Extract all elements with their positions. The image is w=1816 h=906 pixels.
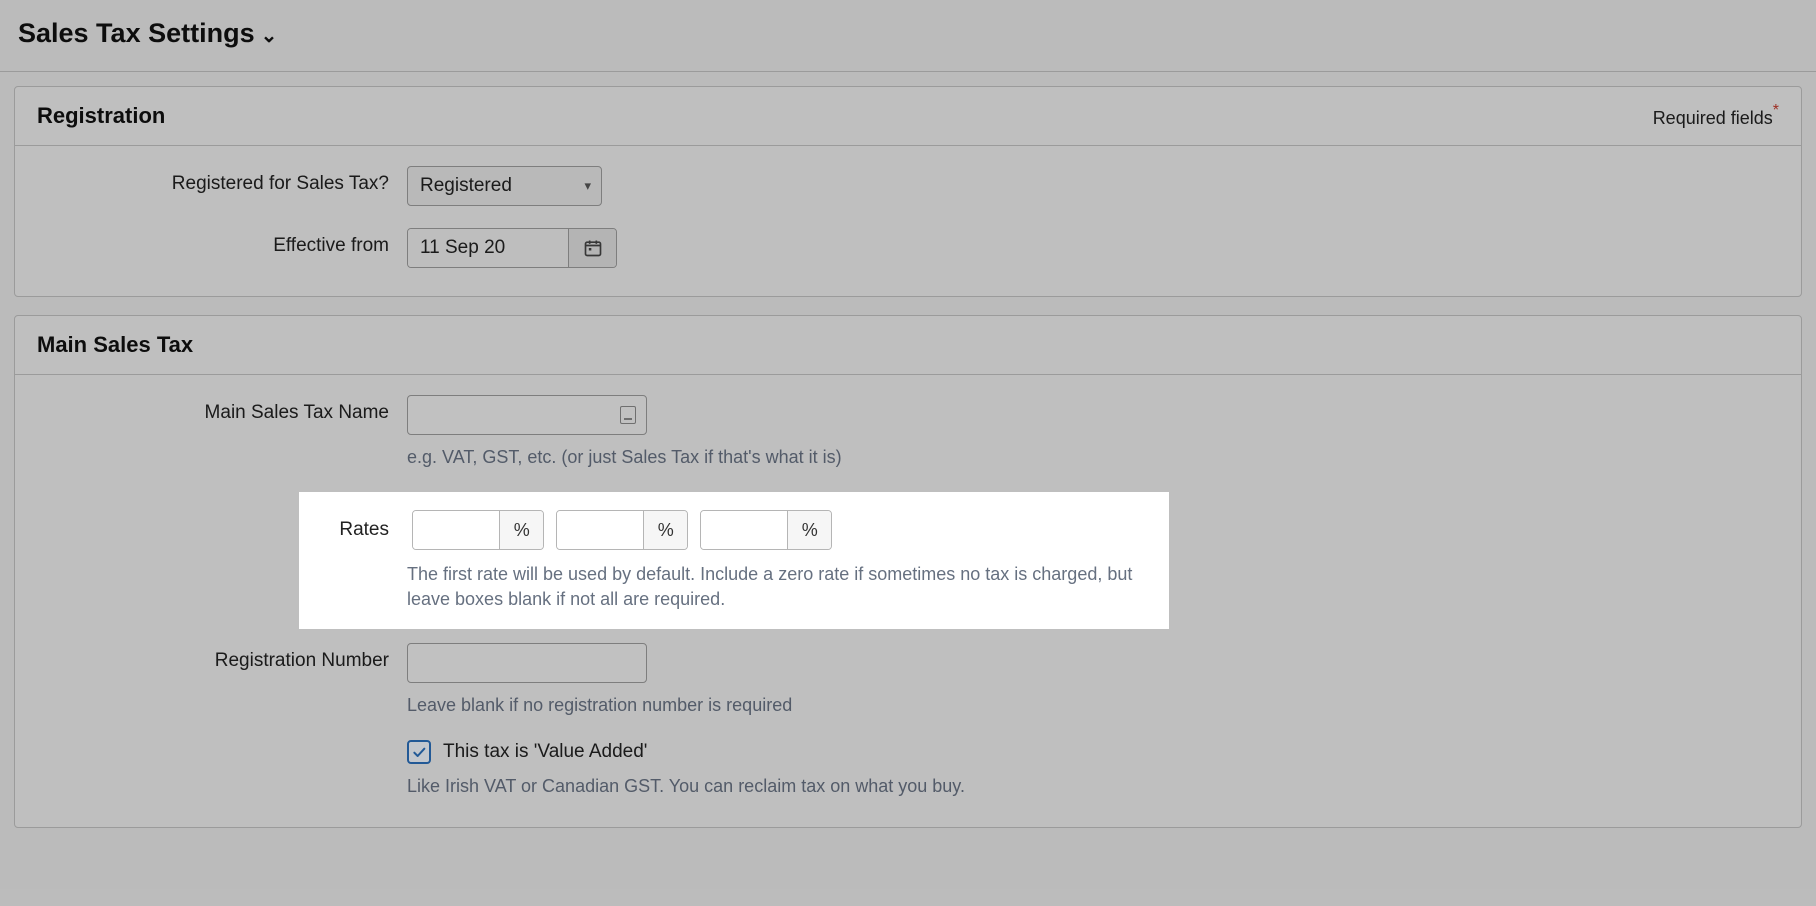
value-added-label: This tax is 'Value Added'	[443, 741, 647, 763]
page-title-bar: Sales Tax Settings ⌄	[0, 0, 1816, 71]
rate-input-1-wrap: %	[412, 510, 544, 550]
autofill-icon	[620, 406, 636, 424]
value-added-control: This tax is 'Value Added' Like Irish VAT…	[407, 740, 1779, 799]
regnum-input[interactable]	[407, 643, 647, 683]
effective-from-input[interactable]: 11 Sep 20	[408, 229, 568, 267]
rates-highlight: Rates % % %	[299, 492, 1169, 628]
value-added-help: Like Irish VAT or Canadian GST. You can …	[407, 774, 1779, 799]
percent-suffix: %	[643, 511, 687, 549]
rate-input-1[interactable]	[413, 511, 499, 549]
value-added-checkbox-row: This tax is 'Value Added'	[407, 740, 1779, 764]
registration-panel-header: Registration Required fields*	[15, 87, 1801, 146]
page-title-text: Sales Tax Settings	[18, 18, 255, 49]
tax-name-help: e.g. VAT, GST, etc. (or just Sales Tax i…	[407, 445, 1779, 470]
chevron-down-icon: ⌄	[261, 23, 278, 48]
tax-name-label: Main Sales Tax Name	[37, 395, 407, 424]
rate-inputs-group: % % %	[412, 510, 832, 550]
registration-panel: Registration Required fields* Registered…	[14, 86, 1802, 297]
registered-select[interactable]: Registered ▾	[407, 166, 602, 206]
value-added-spacer	[37, 740, 407, 747]
check-icon	[411, 744, 427, 760]
main-sales-tax-body: Main Sales Tax Name e.g. VAT, GST, etc. …	[15, 375, 1801, 827]
rate-input-2-wrap: %	[556, 510, 688, 550]
value-added-row: This tax is 'Value Added' Like Irish VAT…	[37, 740, 1779, 799]
rates-control: Rates % % %	[407, 492, 1779, 628]
tax-name-row: Main Sales Tax Name e.g. VAT, GST, etc. …	[37, 395, 1779, 470]
percent-suffix: %	[787, 511, 831, 549]
registration-title: Registration	[37, 103, 165, 129]
registered-control: Registered ▾	[407, 166, 1779, 206]
page-title-dropdown[interactable]: Sales Tax Settings ⌄	[18, 18, 277, 49]
percent-suffix: %	[499, 511, 543, 549]
rates-row: Rates % % %	[37, 492, 1779, 628]
asterisk-icon: *	[1773, 102, 1779, 119]
registered-label: Registered for Sales Tax?	[37, 166, 407, 195]
main-sales-tax-title: Main Sales Tax	[37, 332, 193, 358]
header-divider	[0, 71, 1816, 72]
tax-name-input[interactable]	[407, 395, 647, 435]
regnum-row: Registration Number Leave blank if no re…	[37, 643, 1779, 718]
calendar-button[interactable]	[568, 229, 616, 267]
effective-from-label: Effective from	[37, 228, 407, 257]
registration-panel-body: Registered for Sales Tax? Registered ▾ E…	[15, 146, 1801, 296]
required-fields-note: Required fields*	[1653, 104, 1779, 129]
rate-input-3-wrap: %	[700, 510, 832, 550]
effective-from-control: 11 Sep 20	[407, 228, 1779, 268]
rate-input-3[interactable]	[701, 511, 787, 549]
effective-from-date: 11 Sep 20	[407, 228, 617, 268]
regnum-help: Leave blank if no registration number is…	[407, 693, 1779, 718]
chevron-down-icon: ▾	[584, 178, 591, 194]
main-sales-tax-panel: Main Sales Tax Main Sales Tax Name e.g. …	[14, 315, 1802, 828]
main-sales-tax-header: Main Sales Tax	[15, 316, 1801, 375]
rates-help: The first rate will be used by default. …	[407, 562, 1137, 612]
regnum-control: Leave blank if no registration number is…	[407, 643, 1779, 718]
rates-label: Rates	[299, 519, 407, 541]
rate-input-2[interactable]	[557, 511, 643, 549]
value-added-checkbox[interactable]	[407, 740, 431, 764]
tax-name-control: e.g. VAT, GST, etc. (or just Sales Tax i…	[407, 395, 1779, 470]
regnum-label: Registration Number	[37, 643, 407, 672]
calendar-icon	[583, 238, 603, 258]
registered-row: Registered for Sales Tax? Registered ▾	[37, 166, 1779, 206]
effective-from-row: Effective from 11 Sep 20	[37, 228, 1779, 268]
required-fields-text: Required fields	[1653, 108, 1773, 128]
registered-select-value: Registered	[420, 175, 512, 197]
